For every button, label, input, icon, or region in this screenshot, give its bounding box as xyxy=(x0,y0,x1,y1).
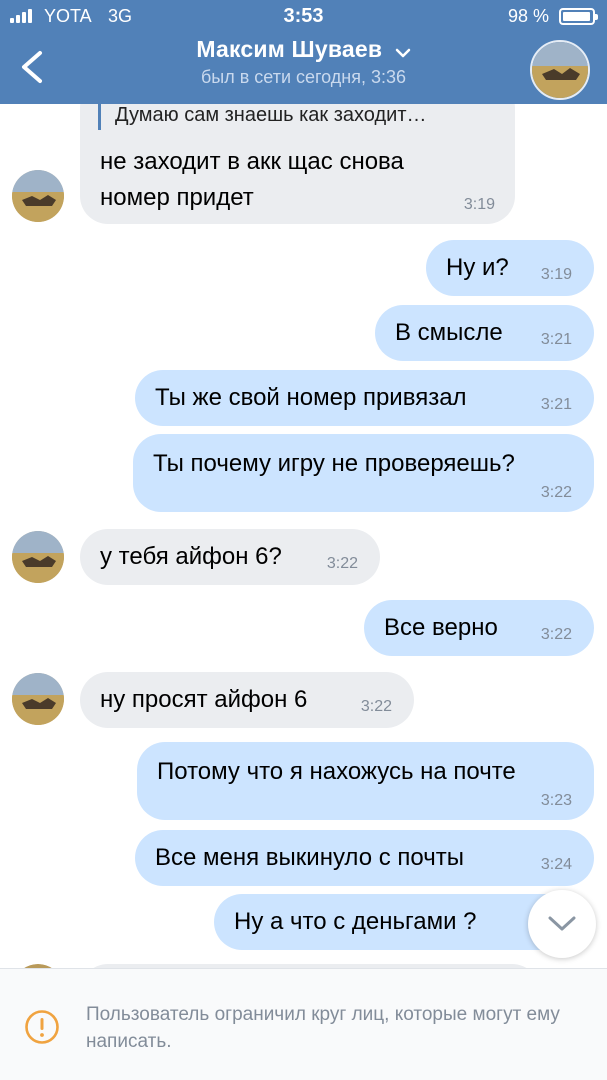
message-time: 3:21 xyxy=(540,331,572,348)
header-avatar[interactable] xyxy=(530,40,590,100)
chat-header: YOTA 3G 3:53 98 % Максим Шуваев был в се… xyxy=(0,0,607,104)
contact-name: Максим Шуваев xyxy=(196,36,383,62)
message-time: 3:22 xyxy=(540,626,572,643)
message-time: 3:24 xyxy=(540,856,572,873)
message-text: Потому что я нахожусь на почте xyxy=(157,758,516,785)
back-chevron-icon[interactable] xyxy=(18,50,46,84)
contact-avatar[interactable] xyxy=(12,170,64,222)
message-bubble-incoming[interactable]: ну просят айфон 6 3:22 xyxy=(80,672,414,728)
chevron-down-icon xyxy=(548,916,576,931)
message-list[interactable]: Думаю сам знаешь как заходит… не заходит… xyxy=(0,0,607,968)
message-time: 3:22 xyxy=(360,698,392,715)
message-text: В смысле xyxy=(395,319,503,346)
message-text: ну просят айфон 6 xyxy=(100,686,308,713)
message-text: Все меня выкинуло с почты xyxy=(155,844,464,871)
message-bubble-outgoing[interactable]: Ну и? 3:19 xyxy=(426,240,594,296)
message-bubble-outgoing[interactable]: В смысле 3:21 xyxy=(375,305,594,361)
message-text: не заходит в акк щас снова номер придет xyxy=(100,144,404,216)
message-time: 3:23 xyxy=(540,792,572,809)
message-bubble-outgoing[interactable]: Все меня выкинуло с почты 3:24 xyxy=(135,830,594,886)
message-text: Ты же свой номер привязал xyxy=(155,384,467,411)
message-text-line: номер придет xyxy=(100,184,254,211)
contact-avatar[interactable] xyxy=(12,673,64,725)
message-time: 3:19 xyxy=(540,266,572,283)
message-text-line: не заходит в акк щас снова xyxy=(100,148,404,175)
contact-avatar[interactable] xyxy=(12,531,64,583)
message-bubble-outgoing[interactable]: Все верно 3:22 xyxy=(364,600,594,656)
message-bubble-outgoing[interactable]: Ты же свой номер привязал 3:21 xyxy=(135,370,594,426)
battery-percent: 98 % xyxy=(507,6,549,26)
message-text: Все верно xyxy=(384,614,498,641)
warning-circle-icon xyxy=(25,1010,59,1044)
scroll-down-button[interactable] xyxy=(528,890,596,958)
message-bubble-incoming[interactable]: у тебя айфон 6? 3:22 xyxy=(80,529,380,585)
battery-level xyxy=(563,12,591,21)
status-bar: YOTA 3G 3:53 98 % xyxy=(0,0,607,34)
message-text: Ну и? xyxy=(446,254,509,281)
message-text: у тебя айфон 6? xyxy=(100,543,282,570)
last-seen-status: был в сети сегодня, 3:36 xyxy=(200,67,407,87)
message-time: 3:22 xyxy=(326,555,358,572)
restriction-notice-text: Пользователь ограничил круг лиц, которые… xyxy=(86,1004,560,1052)
chat-title[interactable]: Максим Шуваев был в сети сегодня, 3:36 xyxy=(120,36,487,88)
message-text: Ну а что с деньгами ? xyxy=(234,908,477,935)
message-time: 3:19 xyxy=(463,196,495,213)
message-bubble-outgoing[interactable]: Потому что я нахожусь на почте 3:23 xyxy=(137,742,594,820)
message-bubble-outgoing[interactable]: Ты почему игру не проверяешь? 3:22 xyxy=(133,434,594,512)
restriction-notice: Пользователь ограничил круг лиц, которые… xyxy=(0,968,607,1080)
message-time: 3:22 xyxy=(540,484,572,501)
battery-icon xyxy=(559,8,598,25)
chevron-down-icon xyxy=(395,48,410,58)
message-time: 3:21 xyxy=(540,396,572,413)
message-text: Ты почему игру не проверяешь? xyxy=(153,450,515,477)
quoted-message[interactable]: Думаю сам знаешь как заходит… xyxy=(98,104,426,130)
